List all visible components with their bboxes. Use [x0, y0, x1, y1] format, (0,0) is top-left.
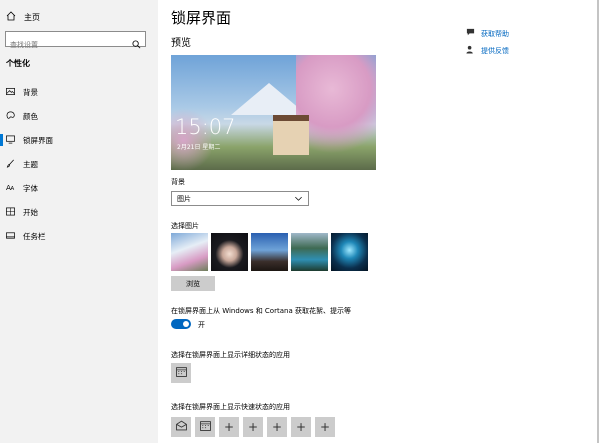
preview-time: 15:07: [175, 115, 236, 139]
quick-app-mail-button[interactable]: [171, 417, 191, 437]
sidebar-item-label: 开始: [23, 208, 38, 217]
detailed-app-label: 选择在锁屏界面上显示详细状态的应用: [171, 351, 290, 359]
background-value: 图片: [177, 194, 191, 203]
chat-bubble-icon: [466, 28, 475, 39]
tips-toggle-label: 在锁屏界面上从 Windows 和 Cortana 获取花絮、提示等: [171, 307, 351, 315]
get-help-label: 获取帮助: [481, 29, 509, 38]
thumbnail-volcano[interactable]: [251, 233, 288, 271]
feedback-person-icon: [466, 45, 475, 56]
toggle-state-label: 开: [198, 321, 205, 329]
quick-app-add-button[interactable]: +: [291, 417, 311, 437]
quick-app-add-button[interactable]: +: [243, 417, 263, 437]
sidebar-item-label: 任务栏: [23, 232, 46, 241]
search-input[interactable]: [6, 38, 130, 52]
svg-text:A: A: [11, 186, 15, 192]
sidebar-item-label: 背景: [23, 88, 38, 97]
browse-button[interactable]: 浏览: [171, 276, 215, 291]
lockscreen-preview: 15:07 2月21日 星期二: [171, 55, 376, 170]
preview-date: 2月21日 星期二: [177, 144, 221, 151]
detailed-app-calendar-button[interactable]: [171, 363, 191, 383]
thumbnail-underwater[interactable]: [331, 233, 368, 271]
house-shape: [273, 115, 309, 155]
chevron-down-icon: [294, 194, 303, 205]
scrollbar[interactable]: [597, 0, 599, 443]
tips-toggle[interactable]: [171, 319, 191, 329]
active-indicator: [0, 134, 3, 146]
thumbnail-fuji[interactable]: [171, 233, 208, 271]
home-icon: [6, 11, 16, 23]
background-dropdown[interactable]: 图片: [171, 191, 309, 206]
get-help-link[interactable]: 获取帮助: [466, 28, 509, 39]
sidebar-item-themes[interactable]: 主题: [6, 159, 38, 170]
search-box[interactable]: [5, 31, 146, 52]
sidebar: 主页 个性化 背景 颜色 锁屏界面 主题 AA 字体 开始 任务栏: [0, 0, 158, 443]
sidebar-item-colors[interactable]: 颜色: [6, 111, 38, 122]
quick-app-add-button[interactable]: +: [267, 417, 287, 437]
font-icon: AA: [6, 183, 15, 194]
preview-label: 预览: [171, 38, 191, 49]
mail-icon: [175, 420, 187, 434]
image-icon: [6, 87, 15, 98]
quick-app-calendar-button[interactable]: [195, 417, 215, 437]
thumbnail-portrait[interactable]: [211, 233, 248, 271]
sidebar-item-label: 字体: [23, 184, 38, 193]
quick-apps-label: 选择在锁屏界面上显示快速状态的应用: [171, 403, 290, 411]
sidebar-item-taskbar[interactable]: 任务栏: [6, 231, 46, 242]
related-links: 获取帮助 提供反馈: [466, 28, 509, 62]
monitor-icon: [6, 135, 15, 146]
sidebar-item-start[interactable]: 开始: [6, 207, 38, 218]
sidebar-item-label: 锁屏界面: [23, 136, 53, 145]
taskbar-icon: [6, 231, 15, 242]
calendar-icon: [199, 420, 211, 434]
sidebar-item-label: 主题: [23, 160, 38, 169]
sidebar-item-fonts[interactable]: AA 字体: [6, 183, 38, 194]
thumbnail-lake[interactable]: [291, 233, 328, 271]
quick-app-add-button[interactable]: +: [315, 417, 335, 437]
sidebar-item-lockscreen[interactable]: 锁屏界面: [6, 135, 53, 146]
give-feedback-link[interactable]: 提供反馈: [466, 45, 509, 56]
give-feedback-label: 提供反馈: [481, 46, 509, 55]
home-link[interactable]: 主页: [6, 11, 40, 23]
choose-picture-label: 选择图片: [171, 222, 199, 230]
sidebar-item-label: 颜色: [23, 112, 38, 121]
brush-icon: [6, 159, 15, 170]
page-title: 锁屏界面: [171, 9, 232, 27]
picture-thumbnails: [171, 233, 368, 271]
sidebar-item-background[interactable]: 背景: [6, 87, 38, 98]
home-label: 主页: [24, 12, 40, 22]
main-content: 锁屏界面 预览 15:07 2月21日 星期二 背景 图片 选择图片 浏览 在锁…: [158, 0, 602, 443]
section-title: 个性化: [6, 59, 30, 68]
palette-icon: [6, 111, 15, 122]
search-icon[interactable]: [132, 34, 141, 53]
calendar-icon: [175, 366, 187, 380]
quick-app-add-button[interactable]: +: [219, 417, 239, 437]
start-icon: [6, 207, 15, 218]
background-label: 背景: [171, 178, 185, 186]
